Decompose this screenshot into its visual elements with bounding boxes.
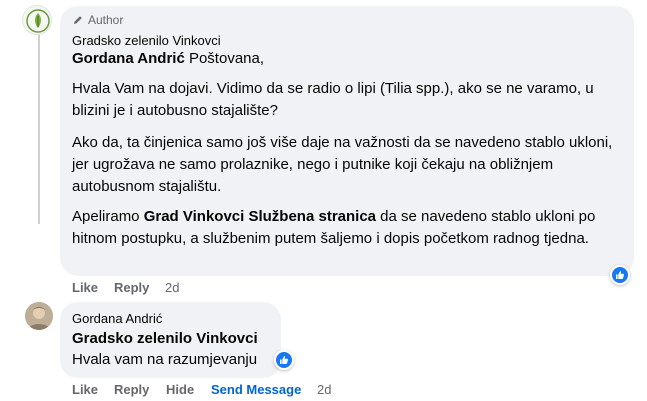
greeting-text: Poštovana, bbox=[184, 50, 265, 67]
comment-paragraph: Ako da, ta činjenica samo još više daje … bbox=[72, 134, 613, 195]
mention-link[interactable]: Gradsko zelenilo Vinkovci bbox=[72, 328, 258, 350]
author-badge-label: Author bbox=[88, 13, 124, 27]
author-badge: Author bbox=[72, 13, 123, 27]
hide-button[interactable]: Hide bbox=[166, 382, 194, 397]
reply-button[interactable]: Reply bbox=[114, 382, 149, 397]
reaction-badge[interactable] bbox=[274, 350, 294, 370]
like-icon bbox=[612, 267, 628, 283]
comment-paragraph: Apeliramo Grad Vinkovci Službena stranic… bbox=[72, 206, 624, 250]
pen-icon bbox=[74, 16, 82, 24]
commenter-name[interactable]: Gordana Andrić bbox=[72, 311, 162, 326]
comment-paragraph: Hvala Vam na dojavi. Vidimo da se radio … bbox=[72, 80, 594, 119]
reply-button[interactable]: Reply bbox=[114, 280, 149, 295]
reaction-badge[interactable] bbox=[610, 265, 630, 285]
like-icon bbox=[276, 352, 292, 368]
page-logo-icon bbox=[26, 9, 50, 33]
like-button[interactable]: Like bbox=[72, 382, 98, 397]
mention-link[interactable]: Grad Vinkovci Službena stranica bbox=[144, 208, 376, 225]
send-message-button[interactable]: Send Message bbox=[211, 382, 301, 397]
paragraph-text: Apeliramo bbox=[72, 208, 144, 225]
commenter-name[interactable]: Gradsko zelenilo Vinkovci bbox=[72, 33, 221, 48]
comment-greeting: Gordana Andrić Poštovana, bbox=[72, 48, 264, 70]
mention-text[interactable]: Gradsko zelenilo Vinkovci bbox=[72, 330, 258, 347]
timestamp[interactable]: 2d bbox=[317, 382, 331, 397]
reply-text: Hvala vam na razumjevanju bbox=[72, 351, 258, 368]
avatar[interactable] bbox=[25, 302, 53, 330]
avatar[interactable] bbox=[22, 5, 52, 35]
like-button[interactable]: Like bbox=[72, 280, 98, 295]
thread-line bbox=[38, 34, 40, 224]
mention-link[interactable]: Gordana Andrić bbox=[72, 50, 185, 67]
user-photo-icon bbox=[25, 302, 53, 330]
timestamp[interactable]: 2d bbox=[165, 280, 179, 295]
